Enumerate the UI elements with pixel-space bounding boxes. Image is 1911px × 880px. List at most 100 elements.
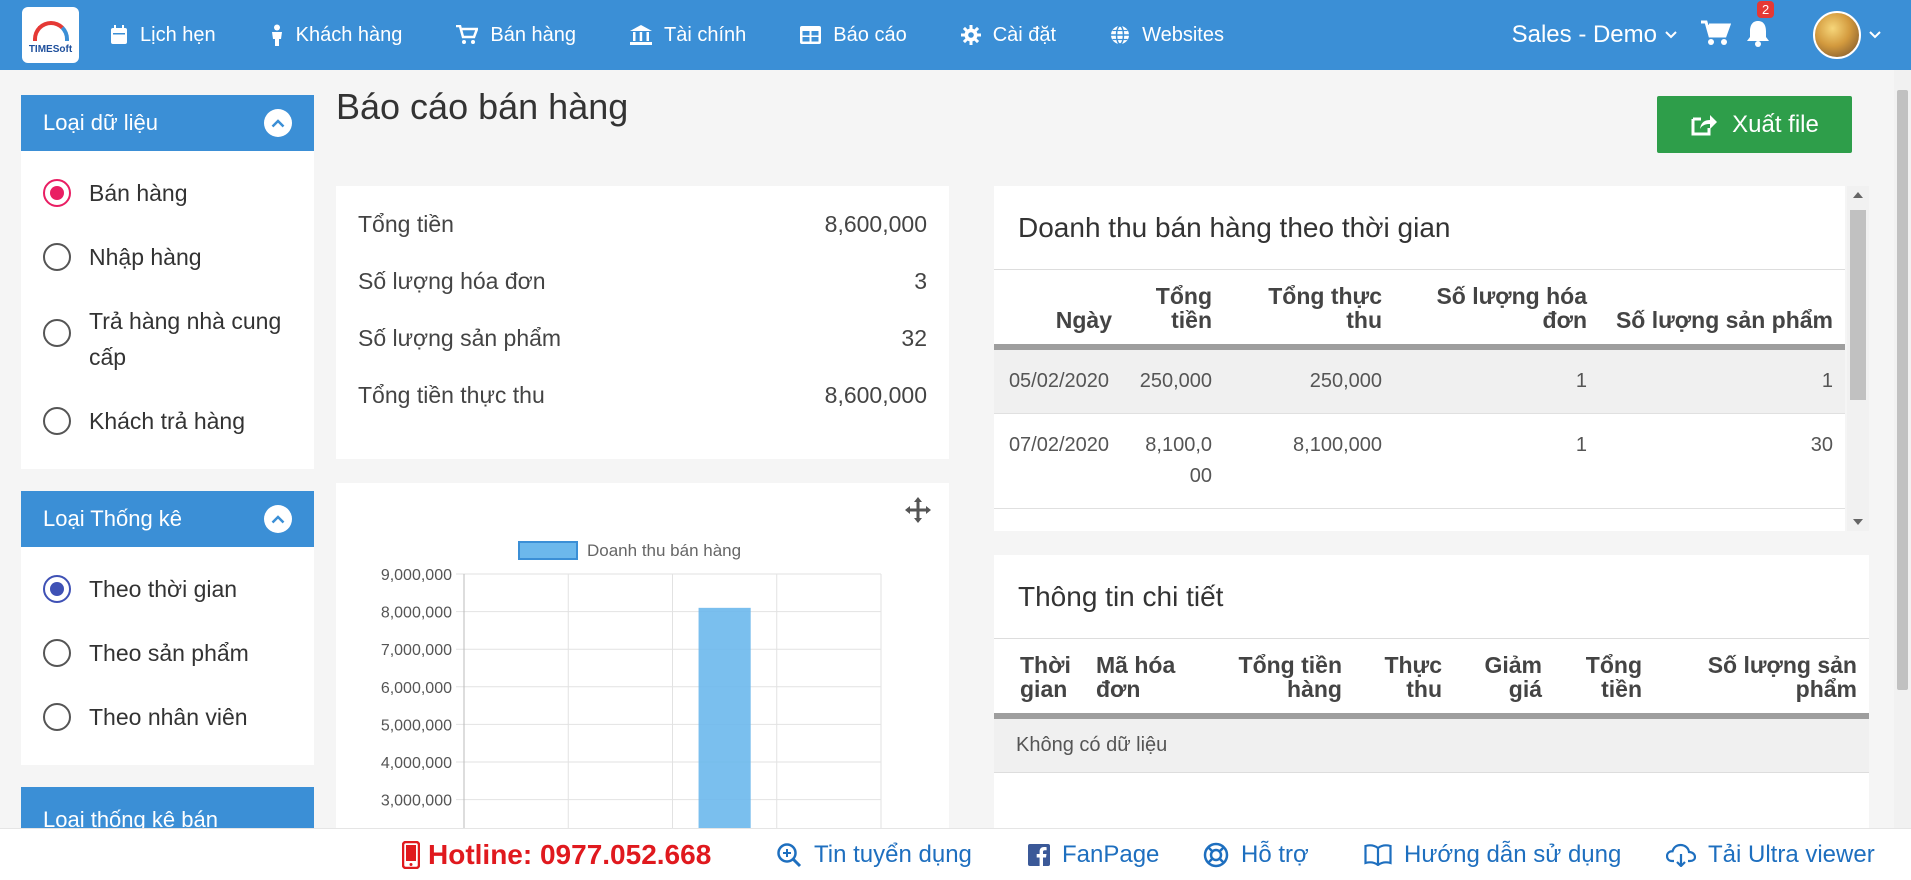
- nav-bao-cao[interactable]: Báo cáo: [800, 23, 907, 47]
- nav-khach-hang[interactable]: Khách hàng: [270, 23, 403, 47]
- top-navbar: TIMESoft Lịch hẹn Khách hàng Bán hàng Tà…: [0, 0, 1911, 70]
- y-tick-label: 9,000,000: [381, 567, 452, 584]
- panel-data-type-body: Bán hàng Nhập hàng Trả hàng nhà cung cấp…: [21, 151, 314, 469]
- table-icon: [800, 26, 822, 44]
- panel-title: Loại dữ liệu: [43, 110, 159, 135]
- table-cell: 05/02/2020: [994, 347, 1124, 414]
- table-row[interactable]: 07/02/2020 8,100,000 8,100,000 1 30: [994, 413, 1845, 509]
- cart-button[interactable]: [1701, 20, 1732, 51]
- radio-unchecked[interactable]: [43, 243, 71, 271]
- page-title: Báo cáo bán hàng: [336, 86, 629, 127]
- cart-icon: [1701, 20, 1732, 45]
- panel-stat-type-body: Theo thời gian Theo sản phẩm Theo nhân v…: [21, 547, 314, 765]
- panel-data-type-header[interactable]: Loại dữ liệu: [21, 95, 314, 151]
- column-header[interactable]: Số lượng sản phẩm: [1654, 639, 1869, 719]
- life-ring-icon: [1203, 842, 1229, 867]
- radio-unchecked[interactable]: [43, 639, 71, 667]
- radio-khach-tra-hang[interactable]: Khách trả hàng: [21, 389, 314, 453]
- column-header[interactable]: Số lượng sản phẩm: [1599, 270, 1845, 350]
- logo-arc-icon: [32, 21, 69, 41]
- cloud-download-icon: [1666, 843, 1696, 867]
- table-cell: 1: [1394, 347, 1599, 414]
- radio-label: Theo nhân viên: [89, 704, 248, 730]
- radio-label: Theo thời gian: [89, 576, 238, 602]
- mobile-phone-icon: [402, 840, 420, 869]
- radio-theo-san-pham[interactable]: Theo sản phẩm: [21, 621, 314, 685]
- export-file-button[interactable]: Xuất file: [1657, 96, 1852, 153]
- link-ultra-viewer[interactable]: Tải Ultra viewer: [1666, 841, 1875, 869]
- table-cell: 07/02/2020: [994, 413, 1124, 509]
- revenue-bar-chart: Doanh thu bán hàng 9,000,000 8,000,000 7,00…: [381, 541, 882, 828]
- radio-ban-hang[interactable]: Bán hàng: [21, 161, 314, 225]
- link-tin-tuyen-dung[interactable]: Tin tuyển dụng: [776, 841, 972, 869]
- table-row[interactable]: 05/02/2020 250,000 250,000 1 1: [994, 347, 1845, 414]
- column-header[interactable]: Tổng tiền: [1124, 270, 1224, 350]
- table-cell: 1: [1394, 413, 1599, 509]
- link-label: Hỗ trợ: [1241, 840, 1309, 868]
- column-header[interactable]: Ngày: [994, 270, 1124, 350]
- panel-data-type: Loại dữ liệu Bán hàng Nhập hàng Trả hàng…: [21, 95, 314, 469]
- y-tick-label: 8,000,000: [381, 605, 452, 622]
- chevron-down-icon[interactable]: [1869, 31, 1881, 39]
- column-header[interactable]: Thời gian: [994, 639, 1084, 719]
- panel-stat-type-header[interactable]: Loại Thống kê: [21, 491, 314, 547]
- chevron-up-icon[interactable]: [264, 505, 292, 533]
- nav-websites[interactable]: Websites: [1110, 24, 1224, 47]
- y-tick-label: 7,000,000: [381, 642, 452, 659]
- radio-theo-nhan-vien[interactable]: Theo nhân viên: [21, 685, 314, 749]
- summary-row: Tổng tiền thực thu 8,600,000: [336, 367, 949, 424]
- column-header[interactable]: Tổng tiền: [1554, 639, 1654, 719]
- radio-unchecked[interactable]: [43, 703, 71, 731]
- timesoft-logo[interactable]: TIMESoft: [22, 7, 79, 63]
- summary-value: 3: [914, 268, 927, 294]
- nav-ban-hang[interactable]: Bán hàng: [456, 24, 576, 47]
- radio-tra-hang-ncc[interactable]: Trả hàng nhà cung cấp: [21, 289, 314, 389]
- scroll-down-arrow-icon[interactable]: [1853, 519, 1863, 525]
- column-header[interactable]: Số lượng hóa đơn: [1394, 270, 1599, 350]
- link-fanpage[interactable]: FanPage: [1028, 841, 1159, 869]
- radio-checked[interactable]: [43, 179, 71, 207]
- page-scrollbar[interactable]: [1894, 70, 1911, 828]
- nav-label: Khách hàng: [295, 23, 403, 46]
- radio-unchecked[interactable]: [43, 407, 71, 435]
- link-label: Tải Ultra viewer: [1708, 840, 1875, 868]
- link-label: FanPage: [1062, 840, 1160, 868]
- notification-button[interactable]: 2: [1745, 0, 1775, 52]
- radio-unchecked[interactable]: [43, 319, 71, 347]
- nav-tai-chinh[interactable]: Tài chính: [630, 24, 746, 47]
- bar: [698, 607, 751, 828]
- share-icon: [1691, 114, 1718, 135]
- link-ho-tro[interactable]: Hỗ trợ: [1203, 841, 1309, 869]
- column-header[interactable]: Thực thu: [1354, 639, 1454, 719]
- detail-table: Thời gian Mã hóa đơn Tổng tiền hàng Thực…: [994, 639, 1869, 719]
- hotline[interactable]: Hotline: 0977.052.668: [402, 839, 711, 871]
- column-header[interactable]: Tổng thực thu: [1224, 270, 1394, 350]
- nav-label: Lịch hẹn: [140, 23, 216, 46]
- store-selector[interactable]: Sales - Demo: [1512, 21, 1677, 49]
- gear-icon: [960, 25, 981, 45]
- column-header[interactable]: Mã hóa đơn: [1084, 639, 1204, 719]
- nav-lich-hen[interactable]: Lịch hẹn: [110, 24, 216, 47]
- table-header-row: Ngày Tổng tiền Tổng thực thu Số lượng hó…: [994, 270, 1845, 350]
- scroll-thumb[interactable]: [1850, 210, 1866, 400]
- column-header[interactable]: Tổng tiền hàng: [1204, 639, 1354, 719]
- y-tick-label: 3,000,000: [381, 793, 452, 810]
- y-tick-label: 4,000,000: [381, 755, 452, 772]
- radio-nhap-hang[interactable]: Nhập hàng: [21, 225, 314, 289]
- scroll-up-arrow-icon[interactable]: [1853, 192, 1863, 198]
- panel-title: Loại Thống kê: [43, 506, 183, 531]
- avatar[interactable]: [1813, 11, 1861, 59]
- radio-label: Nhập hàng: [89, 244, 202, 270]
- radio-label: Trả hàng nhà cung cấp: [89, 308, 282, 370]
- nav-label: Báo cáo: [833, 23, 907, 46]
- logo-text: TIMESoft: [28, 44, 73, 55]
- chevron-up-icon[interactable]: [264, 109, 292, 137]
- link-huong-dan[interactable]: Hướng dẫn sử dụng: [1364, 841, 1621, 869]
- table-scrollbar[interactable]: [1847, 186, 1869, 531]
- radio-checked[interactable]: [43, 575, 71, 603]
- radio-theo-thoi-gian[interactable]: Theo thời gian: [21, 557, 314, 621]
- page-scroll-thumb[interactable]: [1897, 90, 1908, 690]
- nav-cai-dat[interactable]: Cài đặt: [960, 24, 1056, 47]
- legend-swatch: [518, 541, 578, 560]
- column-header[interactable]: Giảm giá: [1454, 639, 1554, 719]
